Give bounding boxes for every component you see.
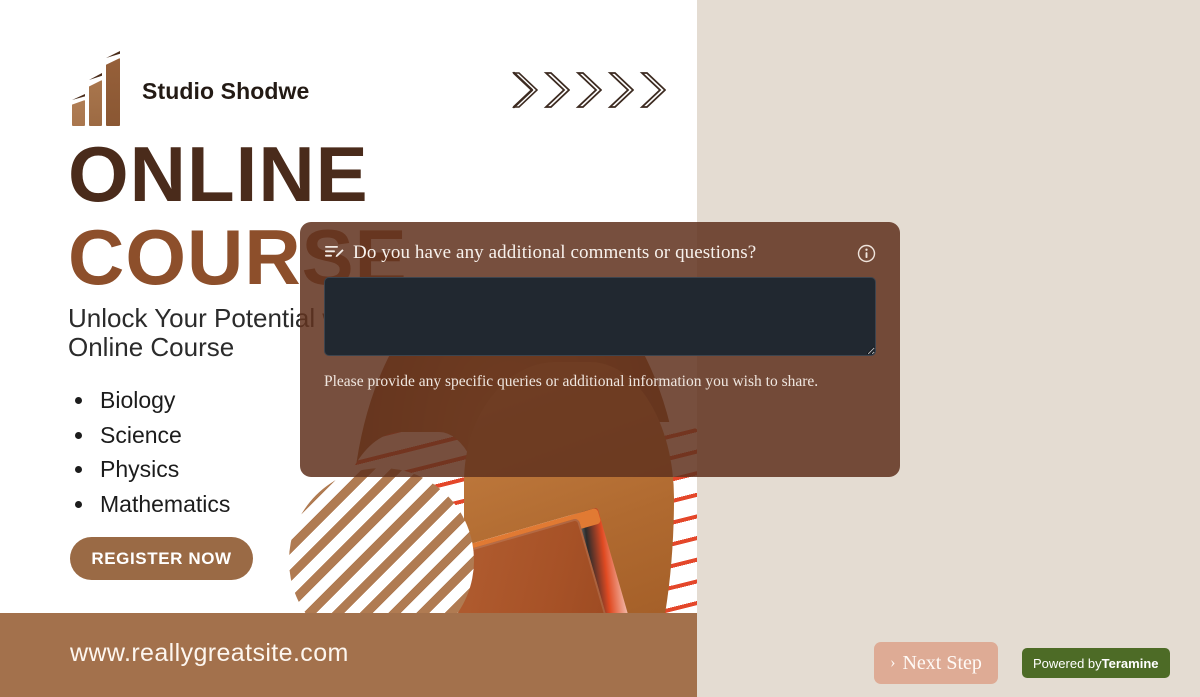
dialog-title: Do you have any additional comments or q… (353, 242, 757, 263)
dialog-header: Do you have any additional comments or q… (324, 242, 876, 264)
bar-chart-logo-icon (70, 51, 126, 126)
chevron-right-icon (543, 72, 570, 108)
form-edit-icon (325, 246, 344, 258)
chevron-right-icon (575, 72, 602, 108)
register-now-button[interactable]: REGISTER NOW (70, 537, 253, 580)
additional-comments-textarea[interactable] (324, 277, 876, 356)
list-item: Mathematics (96, 487, 230, 522)
list-item: Biology (96, 383, 230, 418)
powered-by-brand: Teramine (1101, 655, 1159, 671)
chevron-right-icon (639, 72, 666, 108)
dialog-help-text: Please provide any specific queries or a… (324, 373, 819, 390)
brand-lockup: Studio Shodwe (70, 51, 310, 126)
footer-bar: www.reallygreatsite.com (0, 613, 697, 697)
hero-title-line-1: ONLINE (68, 130, 369, 218)
footer-website-url: www.reallygreatsite.com (70, 639, 349, 667)
course-list: Biology Science Physics Mathematics (96, 383, 230, 521)
chevron-right-icon (511, 71, 538, 109)
powered-by-prefix: Powered by (1033, 655, 1102, 671)
chevron-decoration (508, 68, 666, 112)
chevron-right-icon: › (890, 654, 896, 671)
list-item: Physics (96, 452, 230, 487)
info-circle-icon[interactable] (857, 244, 876, 263)
page-root: www.reallygreatsite.com Studio Shodwe ON… (0, 0, 1200, 697)
next-step-label: Next Step (902, 651, 982, 674)
powered-by-badge[interactable]: Powered by Teramine (1022, 648, 1170, 678)
additional-comments-dialog: Do you have any additional comments or q… (300, 222, 900, 477)
list-item: Science (96, 418, 230, 453)
brand-name: Studio Shodwe (142, 77, 310, 104)
chevron-right-icon (607, 72, 634, 108)
next-step-button[interactable]: › Next Step (874, 642, 998, 684)
